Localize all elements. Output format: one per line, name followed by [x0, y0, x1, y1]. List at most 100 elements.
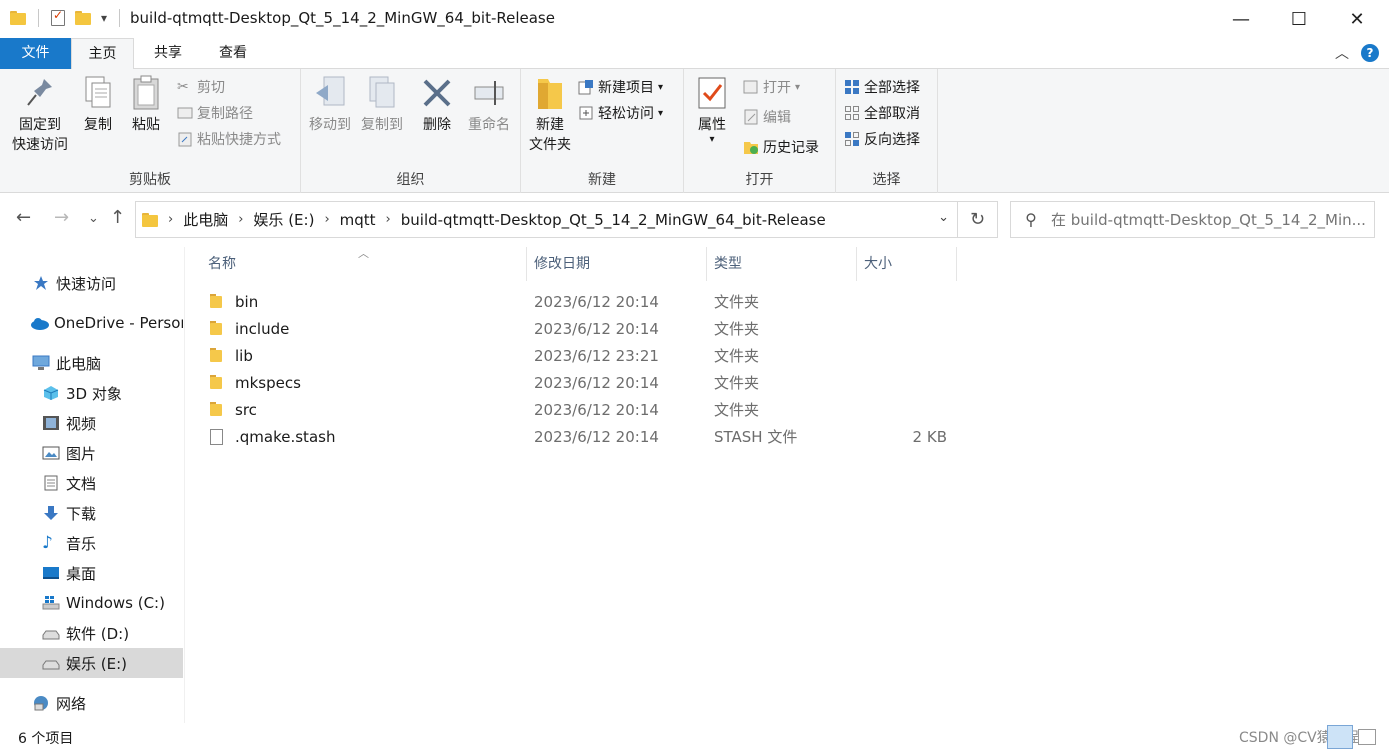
- breadcrumb-current-folder[interactable]: build-qtmqtt-Desktop_Qt_5_14_2_MinGW_64_…: [401, 211, 826, 229]
- paste-button[interactable]: 粘贴: [126, 75, 166, 135]
- close-button[interactable]: ✕: [1328, 0, 1386, 38]
- copy-path-button[interactable]: 复制路径: [177, 101, 253, 125]
- tab-share[interactable]: 共享: [137, 38, 199, 69]
- properties-icon[interactable]: [51, 8, 65, 26]
- nav-item-software-d[interactable]: 软件 (D:): [0, 618, 183, 648]
- nav-item-music[interactable]: ♪ 音乐: [0, 528, 183, 558]
- nav-item-onedrive[interactable]: OneDrive - Persor: [0, 308, 183, 338]
- back-arrow-icon[interactable]: ←: [16, 207, 31, 228]
- file-row[interactable]: src 2023/6/12 20:14 文件夹: [208, 396, 968, 423]
- qat-dropdown-icon[interactable]: ▾: [101, 11, 107, 25]
- select-all-button[interactable]: 全部选择: [844, 75, 920, 99]
- cube-icon: [42, 385, 60, 401]
- tab-file[interactable]: 文件: [0, 38, 71, 69]
- organize-group-label: 组织: [396, 172, 425, 188]
- nav-item-windows-c[interactable]: Windows (C:): [0, 588, 183, 618]
- column-header-type[interactable]: 类型: [707, 247, 857, 281]
- minimize-button[interactable]: —: [1212, 0, 1270, 38]
- open-button[interactable]: 打开 ▾: [743, 75, 800, 99]
- nav-item-network[interactable]: 网络: [0, 688, 183, 718]
- file-row[interactable]: bin 2023/6/12 20:14 文件夹: [208, 288, 968, 315]
- delete-button[interactable]: 删除: [417, 75, 457, 135]
- copy-to-icon: [366, 75, 398, 111]
- nav-item-entertainment-e[interactable]: 娱乐 (E:): [0, 648, 183, 678]
- collapse-ribbon-icon[interactable]: ︿: [1335, 43, 1349, 63]
- file-row[interactable]: .qmake.stash 2023/6/12 20:14 STASH 文件 2 …: [208, 423, 968, 450]
- move-to-label: 移动到: [309, 117, 351, 133]
- address-bar[interactable]: › 此电脑 › 娱乐 (E:) › mqtt › build-qtmqtt-De…: [135, 201, 958, 238]
- breadcrumb-chevron-icon[interactable]: ›: [238, 212, 243, 227]
- move-to-button[interactable]: 移动到: [305, 75, 355, 135]
- up-arrow-icon[interactable]: ↑: [110, 207, 125, 228]
- nav-item-3d-objects[interactable]: 3D 对象: [0, 378, 183, 408]
- file-name: src: [235, 400, 257, 419]
- help-icon[interactable]: ?: [1361, 44, 1379, 62]
- invert-selection-button[interactable]: 反向选择: [844, 127, 920, 151]
- file-row[interactable]: include 2023/6/12 20:14 文件夹: [208, 315, 968, 342]
- copy-path-icon: [177, 105, 193, 121]
- nav-item-label: 网络: [56, 694, 87, 713]
- nav-item-this-pc[interactable]: 此电脑: [0, 348, 183, 378]
- breadcrumb-chevron-icon[interactable]: ›: [324, 212, 329, 227]
- forward-arrow-icon[interactable]: →: [54, 207, 69, 228]
- organize-group: 移动到 复制到 删除 重命名 组织: [301, 69, 521, 193]
- search-input[interactable]: [1051, 210, 1371, 229]
- file-size: 2 KB: [912, 427, 947, 446]
- column-header-label: 修改日期: [534, 256, 590, 272]
- breadcrumb-mqtt[interactable]: mqtt: [340, 211, 376, 229]
- copy-to-button[interactable]: 复制到: [357, 75, 407, 135]
- select-group: 全部选择 全部取消 反向选择 选择: [836, 69, 938, 193]
- properties-button[interactable]: 属性 ▾: [692, 75, 732, 145]
- new-folder-button[interactable]: 新建 文件夹: [525, 75, 575, 155]
- history-button[interactable]: 历史记录: [743, 135, 819, 159]
- address-row: ← → ⌄ ↑ › 此电脑 › 娱乐 (E:) › mqtt › build-q…: [0, 193, 1389, 247]
- column-header-name[interactable]: ︿ 名称: [190, 247, 527, 281]
- edit-button[interactable]: 编辑: [743, 105, 791, 129]
- file-row[interactable]: mkspecs 2023/6/12 20:14 文件夹: [208, 369, 968, 396]
- nav-item-downloads[interactable]: 下载: [0, 498, 183, 528]
- file-modified: 2023/6/12 20:14: [534, 292, 659, 311]
- new-item-button[interactable]: 新建项目 ▾: [578, 75, 663, 99]
- paste-shortcut-icon: [177, 131, 193, 147]
- file-icon: [208, 428, 224, 445]
- chevron-down-icon: ▾: [658, 81, 664, 93]
- folder-icon: [208, 401, 224, 418]
- cut-button[interactable]: ✂ 剪切: [177, 75, 225, 99]
- easy-access-button[interactable]: 轻松访问 ▾: [578, 101, 663, 125]
- refresh-button[interactable]: ↻: [958, 201, 998, 238]
- details-view-icon[interactable]: [1327, 725, 1353, 749]
- column-header-modified[interactable]: 修改日期: [527, 247, 707, 281]
- tab-view[interactable]: 查看: [202, 38, 264, 69]
- nav-item-documents[interactable]: 文档: [0, 468, 183, 498]
- new-item-label: 新建项目: [598, 80, 654, 96]
- tab-home[interactable]: 主页: [71, 38, 134, 70]
- large-icons-view-icon[interactable]: [1358, 729, 1376, 745]
- nav-item-videos[interactable]: 视频: [0, 408, 183, 438]
- paste-shortcut-button[interactable]: 粘贴快捷方式: [177, 127, 281, 151]
- new-group-label: 新建: [588, 172, 616, 188]
- recent-locations-chevron-icon[interactable]: ⌄: [88, 211, 99, 226]
- nav-item-desktop[interactable]: 桌面: [0, 558, 183, 588]
- file-row[interactable]: lib 2023/6/12 23:21 文件夹: [208, 342, 968, 369]
- copy-button[interactable]: 复制: [78, 75, 118, 135]
- folder-icon: [10, 11, 26, 25]
- nav-item-quick-access[interactable]: 快速访问: [0, 268, 183, 298]
- select-none-button[interactable]: 全部取消: [844, 101, 920, 125]
- breadcrumb-chevron-icon[interactable]: ›: [168, 212, 173, 227]
- file-type: 文件夹: [714, 374, 760, 392]
- column-header-size[interactable]: 大小: [857, 247, 957, 281]
- breadcrumb-chevron-icon[interactable]: ›: [386, 212, 391, 227]
- breadcrumb-this-pc[interactable]: 此电脑: [183, 209, 228, 230]
- rename-button[interactable]: 重命名: [463, 75, 515, 135]
- invert-selection-icon: [844, 131, 860, 147]
- qat-separator: [38, 9, 39, 27]
- navigation-pane-divider[interactable]: [184, 247, 185, 723]
- new-folder-icon[interactable]: [75, 11, 91, 25]
- new-item-icon: [578, 79, 594, 95]
- search-box[interactable]: ⚲: [1010, 201, 1375, 238]
- nav-item-pictures[interactable]: 图片: [0, 438, 183, 468]
- maximize-button[interactable]: ☐: [1270, 0, 1328, 38]
- address-dropdown-icon[interactable]: ⌄: [938, 210, 949, 225]
- breadcrumb-drive-e[interactable]: 娱乐 (E:): [253, 209, 314, 230]
- pin-to-quick-access-button[interactable]: 固定到 快速访问: [6, 75, 74, 155]
